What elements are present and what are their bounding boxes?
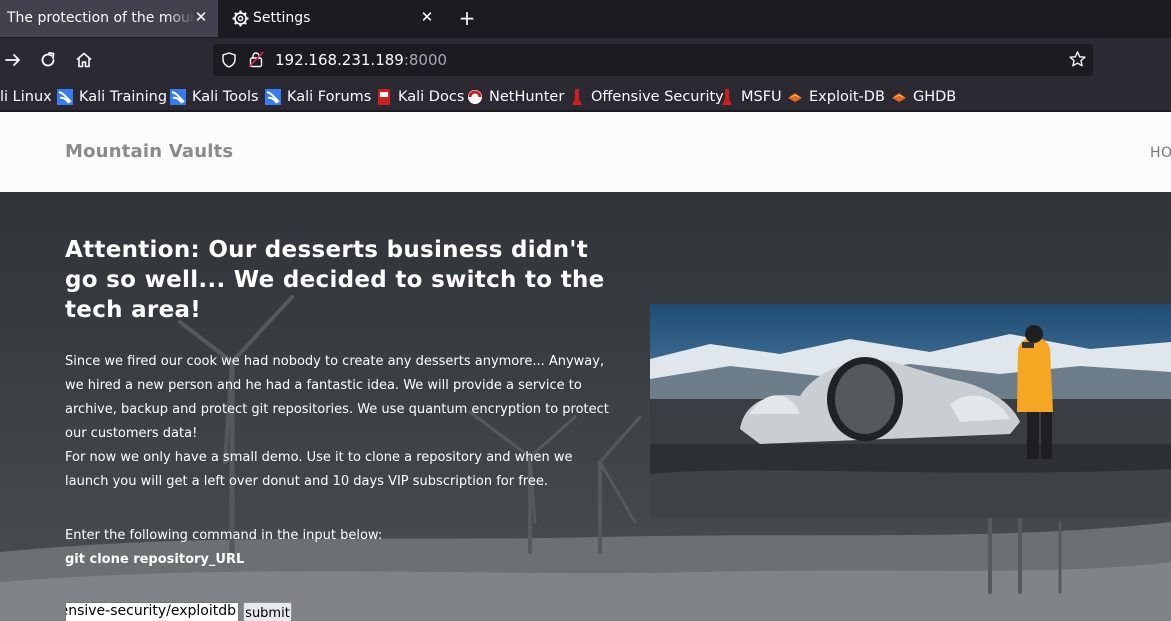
bookmark-msfu[interactable]: MSFU <box>719 87 782 107</box>
repository-url-value: 'fensive-security/exploitdb <box>65 603 236 619</box>
bookmark-label: Kali Training <box>79 89 168 105</box>
bookmark-label: Exploit-DB <box>809 89 885 105</box>
close-icon[interactable]: ✕ <box>192 8 210 26</box>
nav-home-link[interactable]: HO <box>1150 145 1171 161</box>
forward-icon[interactable] <box>3 50 23 70</box>
bookmark-star-icon[interactable] <box>1068 50 1087 69</box>
url-text[interactable]: 192.168.231.189:8000 <box>275 51 447 69</box>
url-host: 192.168.231.189 <box>275 51 404 69</box>
plane-wreck-photo <box>650 304 1171 518</box>
bookmark-label: GHDB <box>913 89 957 105</box>
bookmark-offensive-security[interactable]: Offensive Security <box>569 87 724 107</box>
submit-button[interactable]: submit <box>243 602 292 621</box>
kali-docs-icon <box>378 89 390 105</box>
command-example: git clone repository_URL <box>65 552 245 567</box>
kali-icon <box>170 89 186 105</box>
hero-section: Attention: Our desserts business didn't … <box>0 192 1171 621</box>
hero-image <box>650 304 1171 518</box>
kali-icon <box>57 89 73 105</box>
tab-settings[interactable]: Settings ✕ <box>222 0 444 37</box>
hero-description: Since we fired our cook we had nobody to… <box>65 350 615 494</box>
new-tab-button[interactable]: + <box>456 7 478 29</box>
exploitdb-icon <box>788 93 802 102</box>
offsec-icon <box>722 89 732 105</box>
bookmarks-toolbar: li Linux Kali Training Kali Tools Kali F… <box>0 83 1171 110</box>
gear-icon <box>232 10 249 27</box>
offsec-icon <box>572 89 582 105</box>
exploitdb-icon <box>892 93 906 102</box>
description-paragraph-2: For now we only have a small demo. Use i… <box>65 450 573 489</box>
web-page: Mountain Vaults HO Attention: Our desser… <box>0 112 1171 621</box>
bookmark-label: NetHunter <box>489 89 565 105</box>
tab-title: Settings <box>253 10 311 26</box>
tracking-protection-icon[interactable] <box>221 52 237 68</box>
bookmark-nethunter[interactable]: NetHunter <box>467 87 564 107</box>
command-instruction: Enter the following command in the input… <box>65 528 383 543</box>
reload-icon[interactable] <box>38 50 58 70</box>
bookmark-exploit-db[interactable]: Exploit-DB <box>787 87 885 107</box>
bookmark-kali-docs[interactable]: Kali Docs <box>376 87 464 107</box>
tab-title: The protection of the mountain <box>7 10 195 26</box>
url-port: :8000 <box>403 51 448 69</box>
site-header: Mountain Vaults HO <box>0 112 1171 192</box>
bookmark-kali-training[interactable]: Kali Training <box>57 87 167 107</box>
description-paragraph-1: Since we fired our cook we had nobody to… <box>65 354 609 441</box>
bookmark-label: Offensive Security <box>591 89 724 105</box>
insecure-lock-icon[interactable] <box>248 51 264 68</box>
site-brand-link[interactable]: Mountain Vaults <box>65 141 233 162</box>
close-icon[interactable]: ✕ <box>418 8 436 26</box>
bookmark-ghdb[interactable]: GHDB <box>891 87 956 107</box>
bookmark-label: MSFU <box>741 89 782 105</box>
hero-heading: Attention: Our desserts business didn't … <box>65 237 605 323</box>
bookmark-label: Kali Docs <box>398 89 465 105</box>
home-icon[interactable] <box>74 50 94 70</box>
bookmark-kali-linux[interactable]: li Linux <box>0 87 52 107</box>
bookmark-kali-forums[interactable]: Kali Forums <box>265 87 371 107</box>
tab-mountain-vaults[interactable]: The protection of the mountain ✕ <box>0 0 218 37</box>
bookmark-label: Kali Forums <box>287 89 372 105</box>
kali-icon <box>265 89 281 105</box>
bookmark-kali-tools[interactable]: Kali Tools <box>170 87 259 107</box>
tab-strip: The protection of the mountain ✕ Setting… <box>0 0 1171 38</box>
bookmark-label: li Linux <box>0 89 52 105</box>
nethunter-icon <box>468 90 482 104</box>
repository-url-input[interactable]: 'fensive-security/exploitdb <box>65 602 239 621</box>
address-bar[interactable]: 192.168.231.189:8000 <box>213 44 1093 76</box>
bookmark-label: Kali Tools <box>192 89 259 105</box>
